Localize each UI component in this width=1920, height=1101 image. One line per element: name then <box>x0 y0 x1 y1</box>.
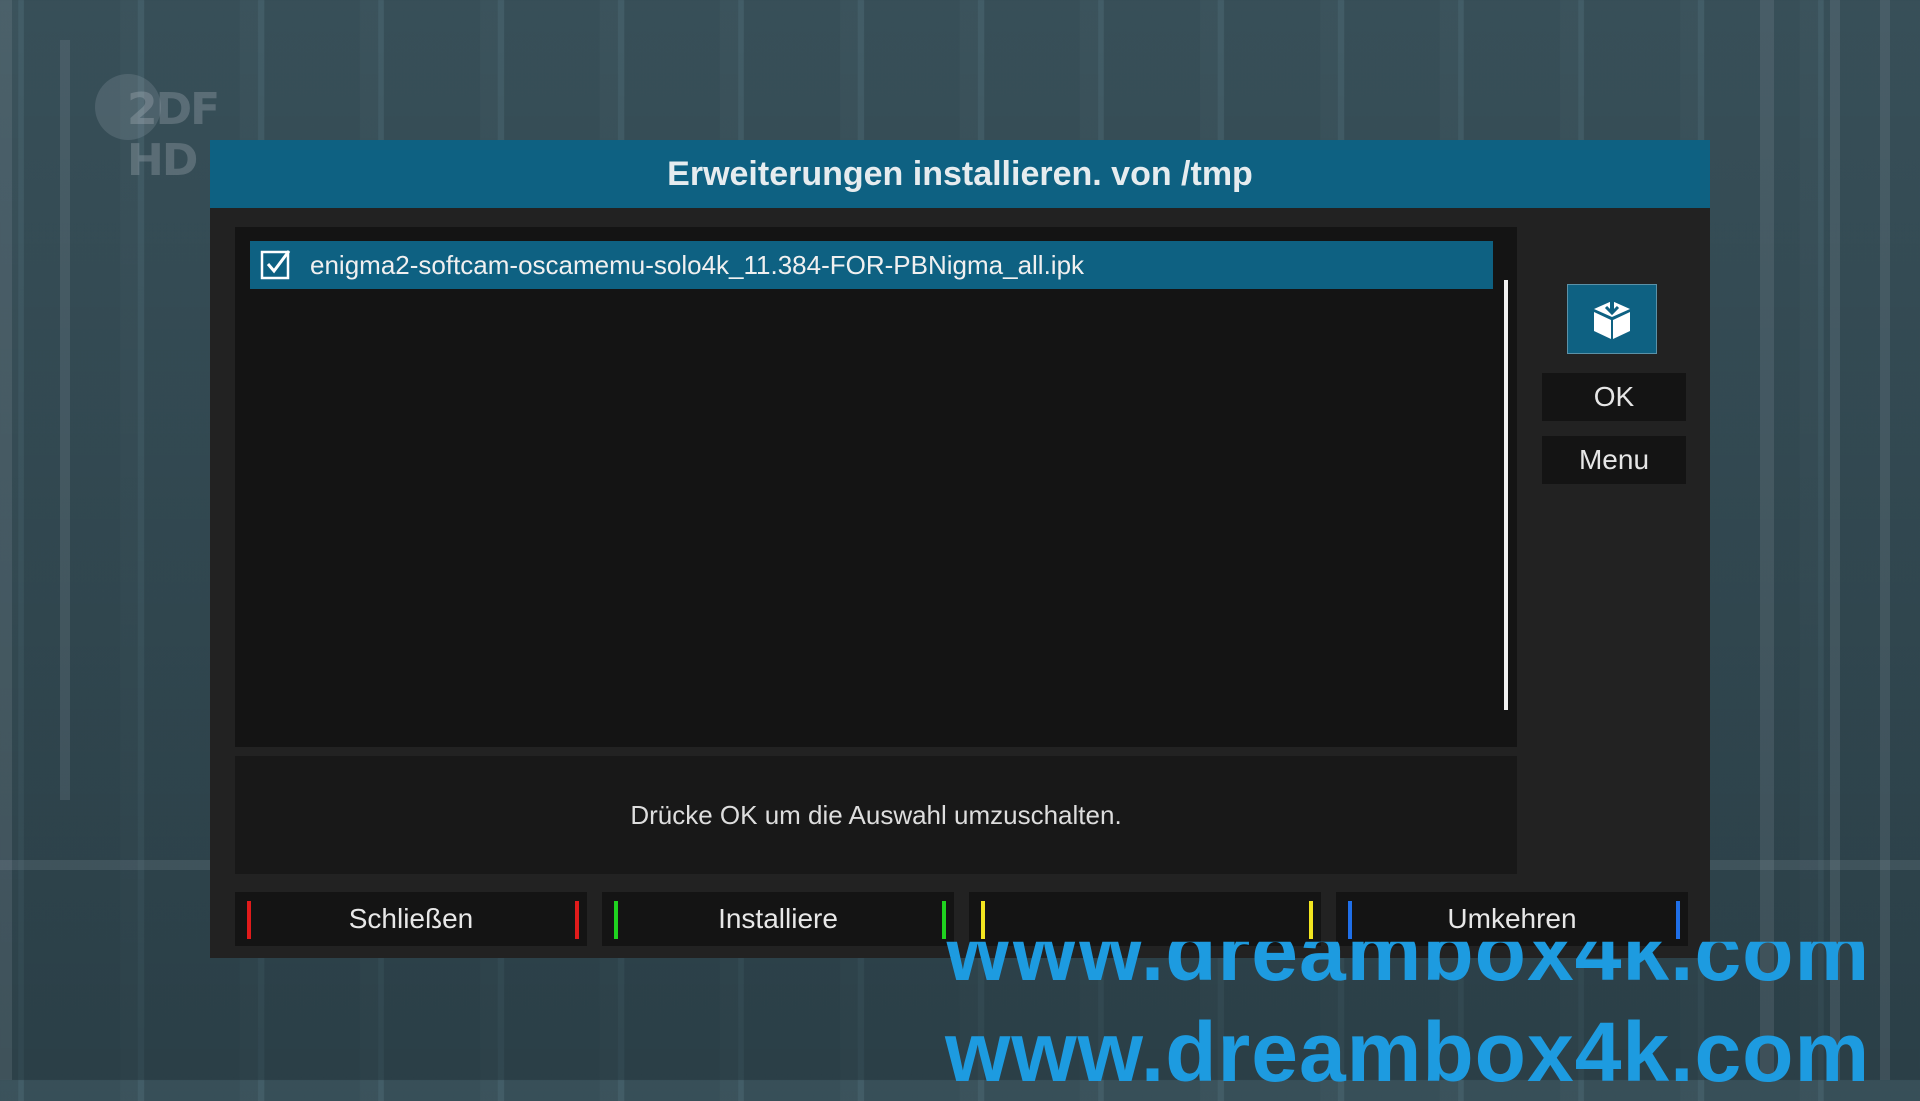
package-install-icon <box>1594 297 1630 339</box>
ok-button[interactable]: OK <box>1542 373 1686 421</box>
red-key-label: Schließen <box>348 903 474 934</box>
blue-key-marker <box>1676 901 1680 939</box>
install-package-button[interactable] <box>1567 284 1657 354</box>
red-key-marker <box>575 901 579 939</box>
dialog-title: Erweiterungen installieren. von /tmp <box>210 140 1710 208</box>
hint-text: Drücke OK um die Auswahl umzuschalten. <box>235 756 1517 874</box>
package-list[interactable]: enigma2-softcam-oscamemu-solo4k_11.384-F… <box>235 227 1517 747</box>
green-key-label: Installiere <box>718 903 838 934</box>
background-bar <box>1880 0 1890 1080</box>
yellow-key-marker <box>1309 901 1313 939</box>
yellow-key-marker <box>981 901 985 939</box>
background-bar <box>60 40 70 800</box>
scrollbar[interactable] <box>1504 280 1508 710</box>
channel-logo: 2DF HD <box>95 72 285 186</box>
blue-key-marker <box>1348 901 1352 939</box>
install-dialog: Erweiterungen installieren. von /tmp eni… <box>210 140 1710 958</box>
yellow-key[interactable] <box>969 892 1321 946</box>
green-key-marker <box>942 901 946 939</box>
blue-key-label: Umkehren <box>1447 903 1577 934</box>
red-key-marker <box>247 901 251 939</box>
menu-button[interactable]: Menu <box>1542 436 1686 484</box>
blue-key-invert[interactable]: Umkehren <box>1336 892 1688 946</box>
green-key-install[interactable]: Installiere <box>602 892 954 946</box>
background-bar <box>0 0 12 1080</box>
background-bar <box>1760 0 1774 1080</box>
checkbox-checked-icon[interactable] <box>260 248 292 280</box>
list-item[interactable]: enigma2-softcam-oscamemu-solo4k_11.384-F… <box>250 241 1493 289</box>
background-bar <box>1830 0 1840 1080</box>
watermark-text: www.dreambox4k.com <box>945 1005 1871 1099</box>
list-item-label: enigma2-softcam-oscamemu-solo4k_11.384-F… <box>310 250 1085 280</box>
green-key-marker <box>614 901 618 939</box>
red-key-close[interactable]: Schließen <box>235 892 587 946</box>
